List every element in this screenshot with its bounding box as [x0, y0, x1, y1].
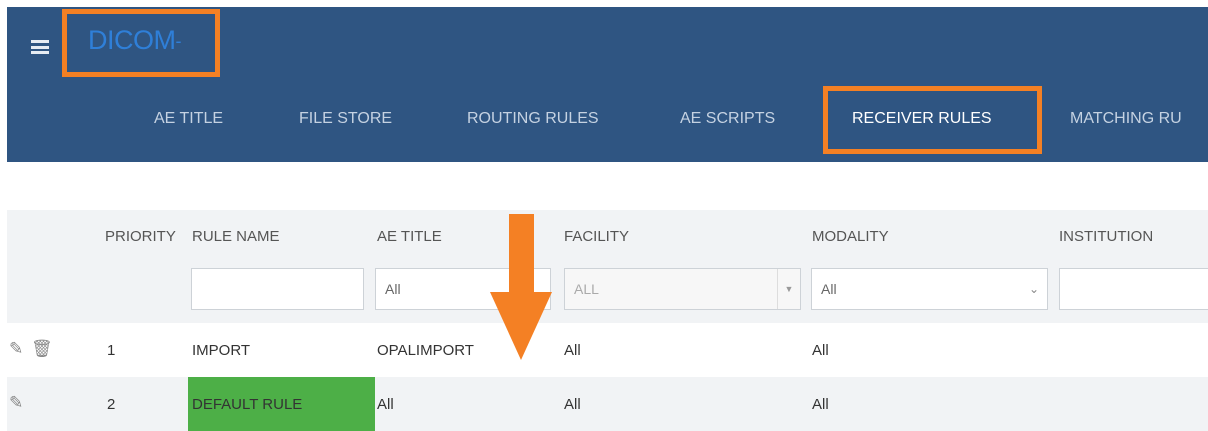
column-priority[interactable]: PRIORITY: [105, 228, 176, 245]
modality-filter-value: All: [821, 281, 837, 297]
tab-file-store[interactable]: FILE STORE: [299, 110, 392, 128]
trash-icon[interactable]: 🗑: [31, 339, 53, 359]
institution-filter-input[interactable]: [1059, 268, 1208, 310]
column-modality[interactable]: MODALITY: [812, 228, 889, 245]
annotation-arrow-shaft: [509, 214, 534, 294]
rule-name-filter-input[interactable]: [191, 268, 364, 310]
priority-cell: 2: [107, 396, 116, 413]
column-ae-title[interactable]: AE TITLE: [377, 228, 442, 245]
chevron-down-icon: ⌄: [1028, 282, 1039, 296]
tab-routing-rules[interactable]: ROUTING RULES: [467, 110, 599, 128]
column-facility[interactable]: FACILITY: [564, 228, 629, 245]
ae-title-cell: OPALIMPORT: [377, 342, 474, 359]
rule-name-cell[interactable]: DEFAULT RULE: [192, 396, 302, 413]
annotation-arrow-head: [490, 292, 552, 360]
pencil-icon[interactable]: ✎: [9, 393, 23, 413]
tab-matching-rules[interactable]: MATCHING RU: [1070, 110, 1182, 128]
highlight-box-app-title: [62, 9, 220, 77]
facility-cell: All: [564, 396, 581, 413]
table-row: ✎ 🗑 1 IMPORT OPALIMPORT All All: [7, 323, 1208, 378]
modality-cell: All: [812, 396, 829, 413]
rule-name-cell[interactable]: IMPORT: [192, 342, 250, 359]
column-rule-name[interactable]: RULE NAME: [192, 228, 280, 245]
facility-cell: All: [564, 342, 581, 359]
facility-filter-value: ALL: [574, 281, 599, 297]
column-institution[interactable]: INSTITUTION: [1059, 228, 1153, 245]
tab-ae-scripts[interactable]: AE SCRIPTS: [680, 110, 775, 128]
modality-cell: All: [812, 342, 829, 359]
ae-title-cell: All: [377, 396, 394, 413]
highlight-box-receiver-rules: [823, 86, 1042, 154]
priority-cell: 1: [107, 342, 116, 359]
pencil-icon[interactable]: ✎: [9, 339, 23, 359]
tab-ae-title[interactable]: AE TITLE: [154, 110, 223, 128]
modality-filter-select[interactable]: All ⌄: [811, 268, 1048, 310]
facility-filter-select[interactable]: ALL ▼: [564, 268, 801, 310]
caret-down-icon: ▼: [777, 269, 800, 309]
table-row: ✎ 2 DEFAULT RULE All All All: [7, 377, 1208, 431]
hamburger-icon[interactable]: [31, 40, 49, 54]
